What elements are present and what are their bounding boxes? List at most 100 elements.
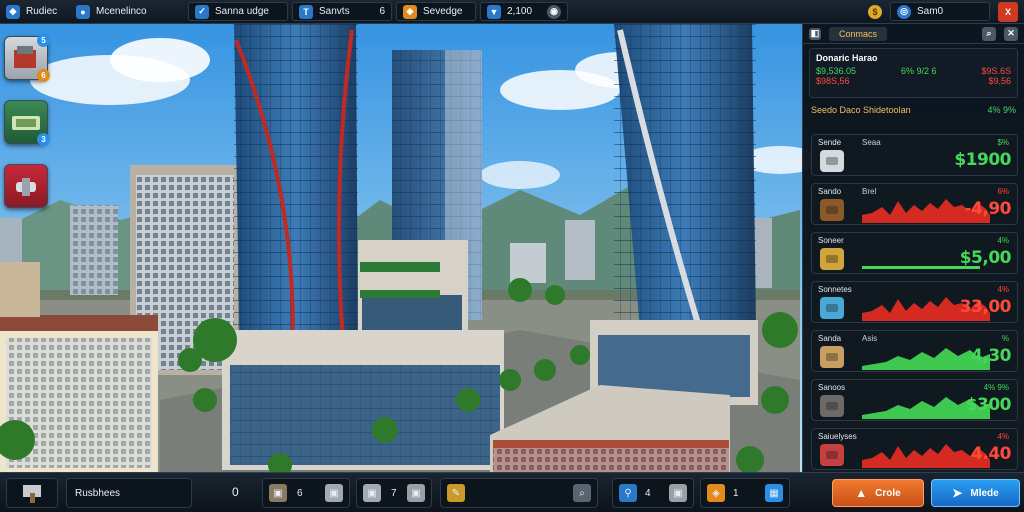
bottom-bar: Rusbhees 0 ▣ 6 ▣ ▣ 7 ▣ ✎ ⌕ ⚲ 4 ▣ ◈ 1 ▦ ▲ (0, 472, 1024, 512)
item-change: $% (997, 138, 1009, 147)
cash-stack-icon (12, 116, 40, 130)
item-change: 6% (997, 187, 1009, 196)
settings-icon[interactable]: ✕ (1004, 26, 1018, 41)
item-change: % (1001, 334, 1009, 343)
market-row[interactable]: Soneer 4% $5,00 (811, 232, 1018, 274)
project-field[interactable]: Rusbhees (66, 478, 192, 508)
market-row[interactable]: Sando Brel 6% -4,90 (811, 183, 1018, 225)
currency-group: $ ◎ Sam0 X (862, 1, 1024, 22)
gem-icon: ◎ (897, 4, 911, 19)
market-row[interactable]: Sanda Asis % 4,30 (811, 330, 1018, 372)
item-name: Sanda (818, 334, 842, 343)
company-name: Mcenelinco (96, 6, 147, 17)
market-panel: ◧ Conmacs ⌕ ✕ Donaric Harao $9,536.05 6%… (802, 24, 1024, 472)
summary-title: Donaric Harao (816, 53, 878, 63)
game-screen: ◆ Rudiec ● Mcenelinco ✓ Sanna udge T San… (0, 0, 1024, 512)
resource-slot-a[interactable]: ▣ 6 ▣ (262, 478, 350, 508)
summary-change: 6% 9/2 6 (900, 66, 937, 76)
search-icon[interactable]: ⌕ (982, 26, 996, 41)
search-icon[interactable]: ⌕ (573, 484, 591, 502)
item-price: $5,00 (959, 248, 1012, 268)
item-price: $1900 (954, 150, 1011, 170)
item-name: Soneer (818, 236, 844, 245)
company-info[interactable]: ● Mcenelinco (70, 2, 180, 22)
resource-slot-c[interactable]: ✎ ⌕ (440, 478, 598, 508)
quick-slot-cash[interactable]: 3 (4, 100, 50, 146)
item-price: 4,30 (971, 346, 1011, 366)
ore-icon: ▣ (669, 484, 687, 502)
shield-icon: ◆ (6, 4, 20, 19)
player-name: Rudiec (26, 6, 58, 17)
slot-badge: 5 (37, 34, 50, 47)
coin-icon[interactable]: $ (868, 4, 882, 19)
item-name: Sonnetes (818, 285, 852, 294)
coin-balance[interactable]: ◎ Sam0 (890, 2, 990, 21)
slot-badge: 6 (37, 69, 50, 82)
badge-icon: ◈ (403, 4, 417, 19)
top-bar: ◆ Rudiec ● Mcenelinco ✓ Sanna udge T San… (0, 0, 1024, 24)
summary-right-2: $9,56 (988, 76, 1011, 86)
box-icon (820, 395, 844, 417)
section-change: 4% 9% (987, 105, 1016, 115)
summary-value-2: $98S,56 (816, 76, 850, 86)
chip-icon (820, 444, 844, 466)
crate-icon (820, 346, 844, 368)
check-icon: ✓ (195, 4, 209, 19)
resource-slot-d[interactable]: ⚲ 4 ▣ (612, 478, 694, 508)
market-section-header: Seedo Daco Shidetoolan 4% 9% (803, 102, 1024, 118)
cable-icon (820, 199, 844, 221)
resource-slot-b[interactable]: ▣ 7 ▣ (356, 478, 432, 508)
wrench-icon (16, 178, 36, 196)
globe-icon: ● (76, 4, 90, 19)
crate-icon: ▣ (269, 484, 287, 502)
stone-icon: ▣ (407, 484, 425, 502)
market-row[interactable]: Sanoos 4% 9% $300 (811, 379, 1018, 421)
close-icon[interactable]: X (998, 1, 1018, 22)
sell-button[interactable]: ▲ Crole (832, 479, 924, 507)
resource-slot-e[interactable]: ◈ 1 ▦ (700, 478, 790, 508)
item-name: Saiuelyses (818, 432, 857, 441)
panel-tabs: ◧ Conmacs ⌕ ✕ (803, 24, 1024, 44)
resource-counter-4[interactable]: ▼ 2,100 ◉ (480, 2, 568, 21)
steel-icon: ▼ (487, 4, 501, 19)
item-tag: Seaa (862, 138, 881, 147)
item-price: 33,00 (959, 297, 1012, 317)
market-row[interactable]: Sonnetes 4% 33,00 (811, 281, 1018, 323)
quick-slot-blueprint[interactable]: 5 6 (4, 34, 50, 82)
gold-icon (820, 248, 844, 270)
cube-icon: ▣ (325, 484, 343, 502)
pipe-icon: ⚲ (619, 484, 637, 502)
portfolio-summary: Donaric Harao $9,536.05 6% 9/2 6 $9S.6S … (809, 48, 1018, 98)
hammer-icon (23, 485, 41, 503)
gear-icon (820, 150, 844, 172)
camera-icon[interactable]: ◉ (547, 4, 561, 19)
send-icon: ➤ (952, 486, 963, 500)
buy-button[interactable]: ➤ Mlede (931, 479, 1020, 507)
pipe-icon (820, 297, 844, 319)
item-name: Sando (818, 187, 842, 196)
market-row[interactable]: Saiuelyses 4% 4.40 (811, 428, 1018, 470)
item-name: Sende (818, 138, 842, 147)
building-kit-icon (14, 46, 36, 68)
up-arrow-icon: ▲ (855, 486, 868, 500)
project-slot[interactable] (6, 478, 58, 508)
item-price: $300 (965, 395, 1012, 415)
item-change: 4% (997, 432, 1009, 441)
resource-counter-1[interactable]: ✓ Sanna udge (188, 2, 288, 21)
gold-bar-icon: ✎ (447, 484, 465, 502)
resource-counter-3[interactable]: ◈ Sevedge (396, 2, 476, 21)
item-change: 4% (997, 236, 1009, 245)
info-icon[interactable]: ▦ (765, 484, 783, 502)
item-price: 4.40 (971, 444, 1011, 464)
market-icon[interactable]: ◧ (809, 27, 821, 40)
medal-icon: ◈ (707, 484, 725, 502)
market-row[interactable]: Sende Seaa $% $1900 (811, 134, 1018, 176)
tab-contracts[interactable]: Conmacs (829, 26, 888, 41)
tool-icon: T (299, 4, 313, 19)
quick-slot-tools[interactable] (4, 164, 48, 208)
summary-value: $9,536.05 (816, 66, 857, 76)
resource-counter-2[interactable]: T Sanvts 6 (292, 2, 392, 21)
player-profile[interactable]: ◆ Rudiec (0, 2, 70, 22)
project-name: Rusbhees (75, 487, 121, 499)
section-title: Seedo Daco Shidetoolan (811, 105, 911, 115)
